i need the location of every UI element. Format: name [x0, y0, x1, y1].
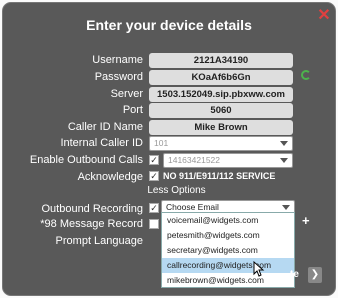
dropdown-option[interactable]: mikebrown@widgets.com: [162, 273, 294, 288]
email-dropdown-menu: voicemail@widgets.com petesmith@widgets.…: [161, 212, 295, 288]
dropdown-option[interactable]: voicemail@widgets.com: [162, 213, 294, 228]
chevron-down-icon: [282, 205, 290, 210]
dropdown-option[interactable]: petesmith@widgets.com: [162, 228, 294, 243]
port-field[interactable]: 5060: [149, 103, 293, 118]
chevron-down-icon: [280, 158, 288, 163]
close-icon[interactable]: ✕: [317, 8, 331, 24]
outbound-recording-label: Outbound Recording: [41, 203, 143, 215]
acknowledge-checkbox[interactable]: ✓: [149, 171, 159, 181]
dropdown-option[interactable]: secretary@widgets.com: [162, 243, 294, 258]
dialog-title: Enter your device details: [86, 17, 252, 33]
username-field[interactable]: 2121A34190: [149, 53, 293, 68]
dropdown-option-highlighted[interactable]: callrecording@widgets.com: [162, 258, 294, 273]
chevron-down-icon: [280, 141, 288, 146]
message-record-checkbox[interactable]: [149, 219, 159, 229]
mouse-pointer-icon: [253, 261, 265, 277]
acknowledge-text: NO 911/E911/112 SERVICE: [163, 171, 276, 181]
less-options-link[interactable]: Less Options: [3, 185, 335, 196]
create-button-label[interactable]: te: [290, 269, 299, 280]
internal-caller-id-value: 101: [154, 138, 169, 148]
password-field[interactable]: KOaAf6b6Gn: [149, 70, 293, 85]
device-details-dialog: Enter your device details ✕ Username 212…: [2, 2, 336, 296]
outbound-number-select[interactable]: 14163421522: [163, 153, 293, 168]
outbound-recording-value: Choose Email: [166, 202, 219, 212]
internal-caller-id-select[interactable]: 101: [149, 136, 293, 151]
username-label: Username: [92, 54, 143, 66]
acknowledge-label: Acknowledge: [77, 171, 143, 183]
enable-outbound-label: Enable Outbound Calls: [29, 154, 143, 166]
server-label: Server: [110, 88, 143, 100]
password-label: Password: [94, 71, 143, 83]
server-field[interactable]: 1503.152049.sip.pbxww.com: [149, 87, 293, 102]
port-label: Port: [122, 104, 143, 116]
internal-caller-id-label: Internal Caller ID: [60, 137, 143, 149]
caller-id-name-field[interactable]: Mike Brown: [149, 120, 293, 135]
next-arrow-icon[interactable]: ❯: [308, 267, 322, 283]
plus-icon[interactable]: +: [302, 213, 310, 228]
message-record-label: *98 Message Record: [40, 218, 143, 230]
prompt-language-label: Prompt Language: [55, 235, 143, 247]
outbound-recording-checkbox[interactable]: ✓: [149, 203, 159, 213]
refresh-icon[interactable]: [301, 70, 311, 80]
enable-outbound-checkbox[interactable]: ✓: [149, 155, 159, 165]
outbound-number-value: 14163421522: [168, 155, 221, 165]
caller-id-name-label: Caller ID Name: [67, 121, 143, 133]
